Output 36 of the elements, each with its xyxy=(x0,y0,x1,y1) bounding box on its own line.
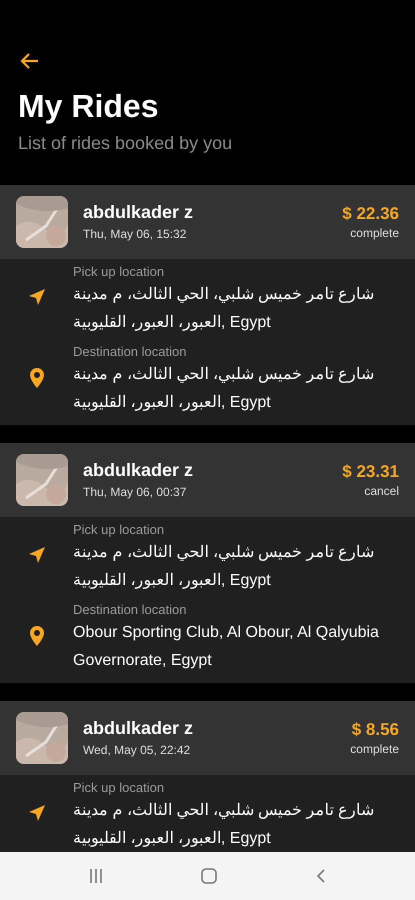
navigation-arrow-icon xyxy=(26,287,46,307)
location-address: Obour Sporting Club, Al Obour, Al Qalyubia Governorate, Egypt xyxy=(73,623,380,671)
ride-status: cancel xyxy=(364,483,399,499)
location-pin-icon xyxy=(28,625,44,647)
navigation-arrow-icon xyxy=(26,803,46,823)
navigation-arrow-icon xyxy=(26,545,46,565)
location-label: Pick up location xyxy=(73,263,166,281)
ride-header[interactable]: abdulkader z Wed, May 05, 22:42 $ 8.56 complete xyxy=(0,701,415,775)
ride-header[interactable]: abdulkader z Thu, May 06, 15:32 $ 22.36 complete xyxy=(0,185,415,259)
rider-name: abdulkader z xyxy=(83,459,194,481)
location-label: Destination location xyxy=(73,343,188,361)
ride-status: complete xyxy=(350,225,399,241)
ride-header[interactable]: abdulkader z Thu, May 06, 00:37 $ 23.31 cancel xyxy=(0,443,415,517)
location-address: شارع تامر خميس شلبي، الحي الثالث، م مدينة العبور، العبور، القليوبية, Egypt xyxy=(73,543,376,591)
ride-price: $ 22.36 xyxy=(342,203,399,225)
ride-datetime: Thu, May 06, 00:37 xyxy=(83,484,188,501)
location-address: شارع تامر خميس شلبي، الحي الثالث، م مدينة العبور، العبور، القليوبية, Egypt xyxy=(73,365,376,413)
location-pin-icon xyxy=(28,367,44,389)
rider-name: abdulkader z xyxy=(83,717,194,739)
location-label: Destination location xyxy=(73,601,188,619)
back-icon[interactable] xyxy=(314,868,327,884)
recent-apps-icon[interactable] xyxy=(88,868,104,884)
location-address: شارع تامر خميس شلبي، الحي الثالث، م مدينة العبور، العبور، القليوبية, Egypt xyxy=(73,285,376,333)
location-label: Pick up location xyxy=(73,779,166,797)
rider-name: abdulkader z xyxy=(83,201,194,223)
home-icon[interactable] xyxy=(200,867,218,885)
ride-datetime: Wed, May 05, 22:42 xyxy=(83,742,192,759)
ride-price: $ 8.56 xyxy=(352,719,399,741)
back-arrow-icon xyxy=(18,51,40,71)
page-title: My Rides xyxy=(18,87,160,126)
ride-price: $ 23.31 xyxy=(342,461,399,483)
page-subtitle: List of rides booked by you xyxy=(18,132,234,155)
ride-datetime: Thu, May 06, 15:32 xyxy=(83,226,188,243)
location-address: شارع تامر خميس شلبي، الحي الثالث، م مدينة العبور، العبور، القليوبية, Egypt xyxy=(73,801,376,849)
location-label: Pick up location xyxy=(73,521,166,539)
ride-status: complete xyxy=(350,741,399,757)
